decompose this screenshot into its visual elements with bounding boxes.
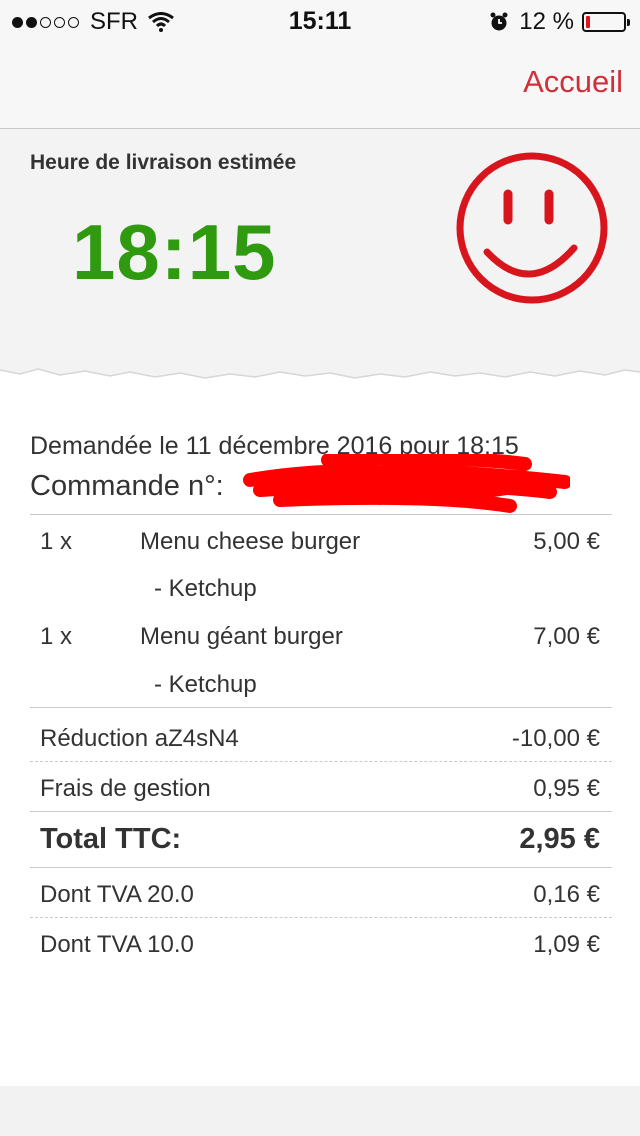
item-quantity: 1 x [40, 528, 73, 555]
divider [30, 811, 612, 812]
divider [30, 707, 612, 708]
item-price: 7,00 € [533, 623, 600, 650]
item-quantity: 1 x [40, 623, 73, 650]
redaction-scribble [243, 454, 570, 513]
divider [30, 514, 612, 515]
home-button[interactable]: Accueil [523, 64, 623, 100]
item-price: 5,00 € [533, 528, 600, 555]
battery-level [586, 16, 590, 28]
discount-label: Réduction aZ4sN4 [40, 725, 239, 752]
battery-icon [582, 12, 630, 32]
status-right: 12 % [489, 8, 630, 36]
battery-percent: 12 % [519, 8, 574, 35]
vat-value: 1,09 € [533, 931, 600, 958]
status-bar: SFR 15:11 12 % [0, 0, 640, 40]
order-number-label: Commande n°: [30, 470, 224, 502]
total-label: Total TTC: [40, 823, 182, 855]
item-option: - Ketchup [154, 575, 257, 602]
total-value: 2,95 € [519, 823, 600, 855]
vat-label: Dont TVA 20.0 [40, 881, 194, 908]
order-receipt: Demandée le 11 décembre 2016 pour 18:15 … [0, 380, 640, 1086]
vat-value: 0,16 € [533, 881, 600, 908]
alarm-icon [490, 12, 508, 31]
vat-label: Dont TVA 10.0 [40, 931, 194, 958]
eta-time: 18:15 [72, 208, 277, 296]
discount-value: -10,00 € [511, 725, 600, 752]
bottom-area [0, 1086, 640, 1136]
navigation-bar: Accueil [0, 40, 640, 129]
fees-label: Frais de gestion [40, 775, 211, 802]
dashed-divider [30, 761, 612, 762]
fees-value: 0,95 € [533, 775, 600, 802]
divider [30, 867, 612, 868]
eta-label: Heure de livraison estimée [30, 151, 297, 174]
item-name: Menu cheese burger [140, 528, 361, 555]
item-name: Menu géant burger [140, 623, 343, 650]
item-option: - Ketchup [154, 671, 257, 698]
dashed-divider [30, 917, 612, 918]
smiley-icon [456, 152, 608, 304]
